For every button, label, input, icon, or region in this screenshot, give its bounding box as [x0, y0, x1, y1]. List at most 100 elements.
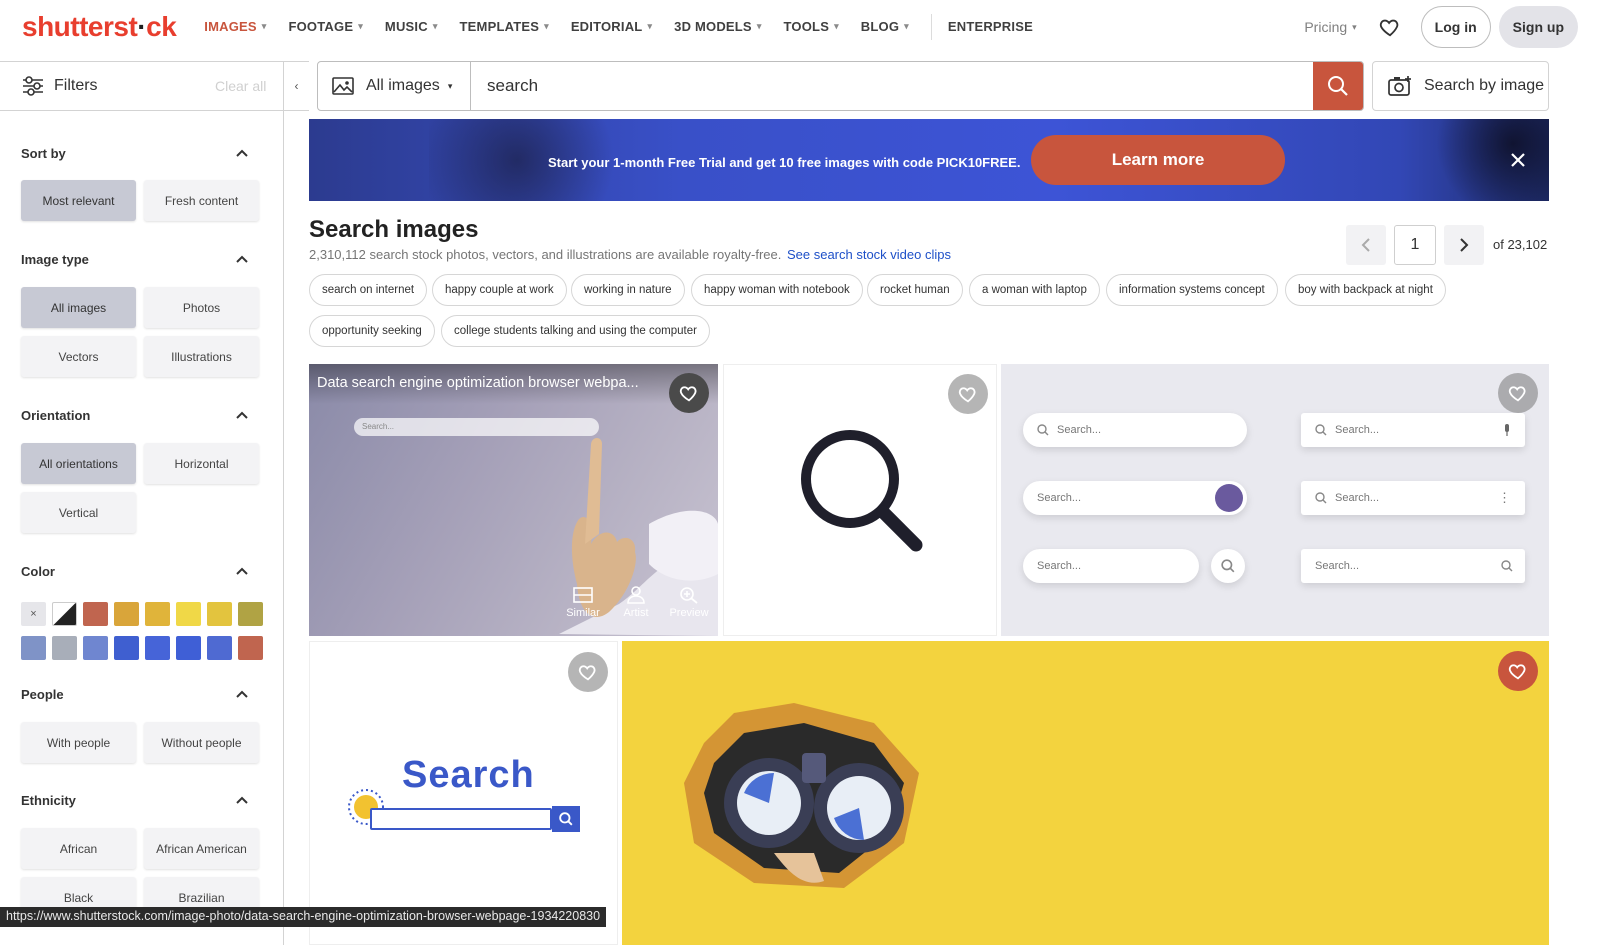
color-swatch[interactable] — [207, 636, 232, 660]
signup-button[interactable]: Sign up — [1498, 6, 1578, 48]
chevron-down-icon: ▾ — [432, 21, 438, 31]
favorite-button[interactable] — [948, 374, 988, 414]
heart-icon — [958, 387, 976, 403]
preview-action[interactable]: Preview — [667, 586, 711, 626]
related-search-chip[interactable]: information systems concept — [1106, 274, 1278, 306]
color-header[interactable]: Color — [21, 561, 249, 581]
nav-music[interactable]: MUSIC ▾ — [385, 19, 438, 34]
previous-page-button[interactable] — [1346, 225, 1386, 265]
top-navigation: shutterst·ck IMAGES ▾ FOOTAGE ▾ MUSIC ▾ TEM… — [0, 0, 1600, 53]
color-swatch[interactable] — [176, 636, 201, 660]
color-swatch[interactable] — [145, 602, 170, 626]
related-search-chip[interactable]: a woman with laptop — [969, 274, 1100, 306]
image-type-photos[interactable]: Photos — [144, 287, 259, 328]
color-swatch[interactable] — [145, 636, 170, 660]
sort-by-header[interactable]: Sort by — [21, 143, 249, 163]
related-search-chip[interactable]: search on internet — [309, 274, 428, 306]
video-clips-link[interactable]: See search stock video clips — [787, 247, 951, 262]
search-input[interactable] — [471, 62, 1313, 110]
nav-footage[interactable]: FOOTAGE ▾ — [288, 19, 362, 34]
chevron-up-icon — [236, 796, 248, 804]
people-with[interactable]: With people — [21, 722, 136, 763]
related-search-chip[interactable]: working in nature — [571, 274, 685, 306]
mock-search-bar: Search... — [1023, 481, 1247, 515]
page-number-input[interactable]: 1 — [1394, 225, 1436, 265]
color-swatch[interactable] — [238, 636, 263, 660]
nav-images[interactable]: IMAGES ▾ — [204, 19, 266, 34]
color-swatch[interactable] — [21, 636, 46, 660]
color-swatch[interactable] — [207, 602, 232, 626]
orientation-all[interactable]: All orientations — [21, 443, 136, 484]
mock-search-placeholder: Search... — [1037, 560, 1082, 572]
related-search-chip[interactable]: happy woman with notebook — [691, 274, 863, 306]
image-type-header[interactable]: Image type — [21, 249, 249, 269]
favorite-button[interactable] — [669, 373, 709, 413]
close-icon[interactable] — [1509, 151, 1527, 169]
next-page-button[interactable] — [1444, 225, 1484, 265]
favorites-heart-icon[interactable] — [1379, 16, 1401, 38]
sort-most-relevant[interactable]: Most relevant — [21, 180, 136, 221]
image-result-tile[interactable]: Search — [309, 641, 618, 945]
related-search-chip[interactable]: opportunity seeking — [309, 315, 435, 347]
color-swatch[interactable] — [114, 602, 139, 626]
image-result-tile[interactable] — [622, 641, 1549, 945]
clear-all-button[interactable]: Clear all — [215, 78, 266, 94]
media-type-dropdown[interactable]: All images ▾ — [318, 62, 471, 110]
chevron-up-icon — [236, 411, 248, 419]
sort-fresh-content[interactable]: Fresh content — [144, 180, 259, 221]
artist-action[interactable]: Artist — [614, 586, 658, 626]
related-search-chip[interactable]: happy couple at work — [432, 274, 567, 306]
nav-enterprise[interactable]: ENTERPRISE — [948, 19, 1033, 34]
shutterstock-logo[interactable]: shutterst·ck — [22, 10, 177, 43]
favorite-button[interactable] — [1498, 651, 1538, 691]
chevron-down-icon: ▾ — [544, 21, 549, 31]
related-search-chip[interactable]: boy with backpack at night — [1285, 274, 1446, 306]
color-swatch[interactable] — [238, 602, 263, 626]
nav-tools[interactable]: TOOLS ▾ — [784, 19, 839, 34]
search-by-image-button[interactable]: Search by image — [1372, 61, 1549, 111]
similar-action[interactable]: Similar — [561, 586, 605, 626]
nav-editorial[interactable]: EDITORIAL ▾ — [571, 19, 652, 34]
people-header[interactable]: People — [21, 684, 249, 704]
favorite-button[interactable] — [1498, 373, 1538, 413]
login-button[interactable]: Log in — [1420, 6, 1491, 48]
search-submit-button[interactable] — [1313, 62, 1363, 110]
color-swatch[interactable] — [83, 636, 108, 660]
search-icon — [1501, 560, 1513, 572]
ethnicity-african[interactable]: African — [21, 828, 136, 869]
image-type-vectors[interactable]: Vectors — [21, 336, 136, 377]
ethnicity-header[interactable]: Ethnicity — [21, 790, 249, 810]
nav-3d-models[interactable]: 3D MODELS ▾ — [674, 19, 761, 34]
people-label: People — [21, 686, 64, 702]
caret-down-icon: ▾ — [447, 80, 453, 91]
image-result-tile[interactable] — [723, 364, 997, 636]
favorite-button[interactable] — [568, 652, 608, 692]
color-swatch[interactable] — [176, 602, 201, 626]
color-swatch[interactable] — [83, 602, 108, 626]
related-search-chip[interactable]: college students talking and using the c… — [441, 315, 710, 347]
browser-status-bar: https://www.shutterstock.com/image-photo… — [0, 907, 607, 927]
orientation-vertical[interactable]: Vertical — [21, 492, 136, 533]
artist-icon — [627, 586, 645, 604]
pricing-menu[interactable]: Pricing ▾ — [1304, 19, 1356, 35]
related-search-chip[interactable]: rocket human — [867, 274, 963, 306]
tile-actions: Similar Artist Preview — [561, 586, 711, 626]
orientation-horizontal[interactable]: Horizontal — [144, 443, 259, 484]
image-type-all[interactable]: All images — [21, 287, 136, 328]
ethnicity-african-american[interactable]: African American — [144, 828, 259, 869]
color-black-white-swatch[interactable] — [52, 602, 77, 626]
people-without[interactable]: Without people — [144, 722, 259, 763]
nav-blog[interactable]: BLOG ▾ — [861, 19, 909, 34]
color-swatch[interactable] — [52, 636, 77, 660]
color-clear-swatch[interactable]: × — [21, 602, 46, 626]
orientation-header[interactable]: Orientation — [21, 405, 249, 425]
image-result-tile[interactable]: Search... Search... Search... Search... ⋮… — [1001, 364, 1549, 636]
color-swatch[interactable] — [114, 636, 139, 660]
chevron-down-icon: ▾ — [647, 21, 653, 31]
learn-more-button[interactable]: Learn more — [1031, 135, 1285, 185]
image-result-tile[interactable]: Data search engine optimization browser … — [309, 364, 718, 636]
nav-templates[interactable]: TEMPLATES ▾ — [460, 19, 549, 34]
collapse-filters-button[interactable]: ‹ — [283, 62, 309, 110]
logo-text-end: ck — [146, 10, 177, 42]
image-type-illustrations[interactable]: Illustrations — [144, 336, 259, 377]
